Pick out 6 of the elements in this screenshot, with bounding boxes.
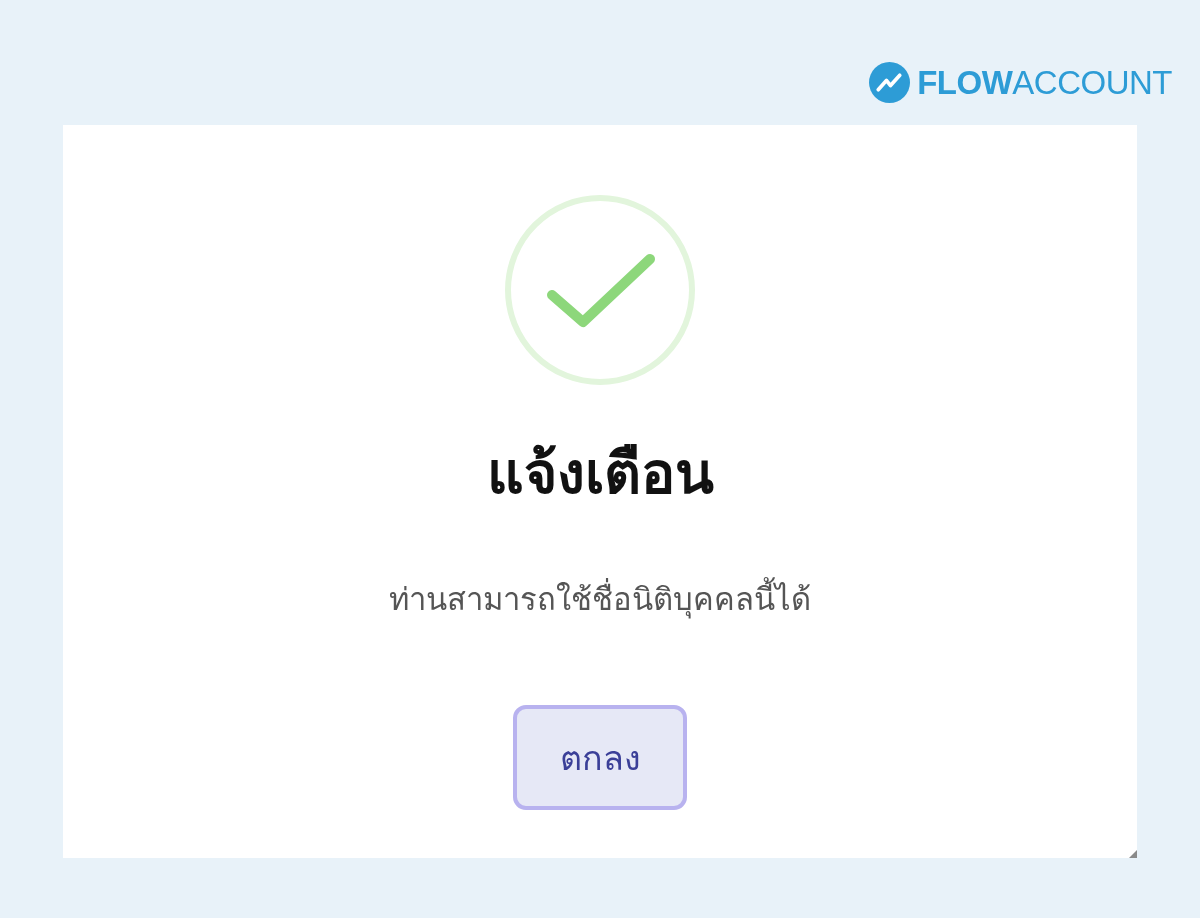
ok-button[interactable]: ตกลง [513, 705, 687, 810]
check-circle-icon [505, 195, 695, 385]
dialog-message: ท่านสามารถใช้ชื่อนิติบุคคลนี้ได้ [389, 579, 811, 619]
logo-wordmark: FLOWACCOUNT [917, 66, 1172, 99]
resize-grip-icon[interactable] [1129, 850, 1137, 858]
dialog-title: แจ้งเตือน [486, 439, 714, 507]
